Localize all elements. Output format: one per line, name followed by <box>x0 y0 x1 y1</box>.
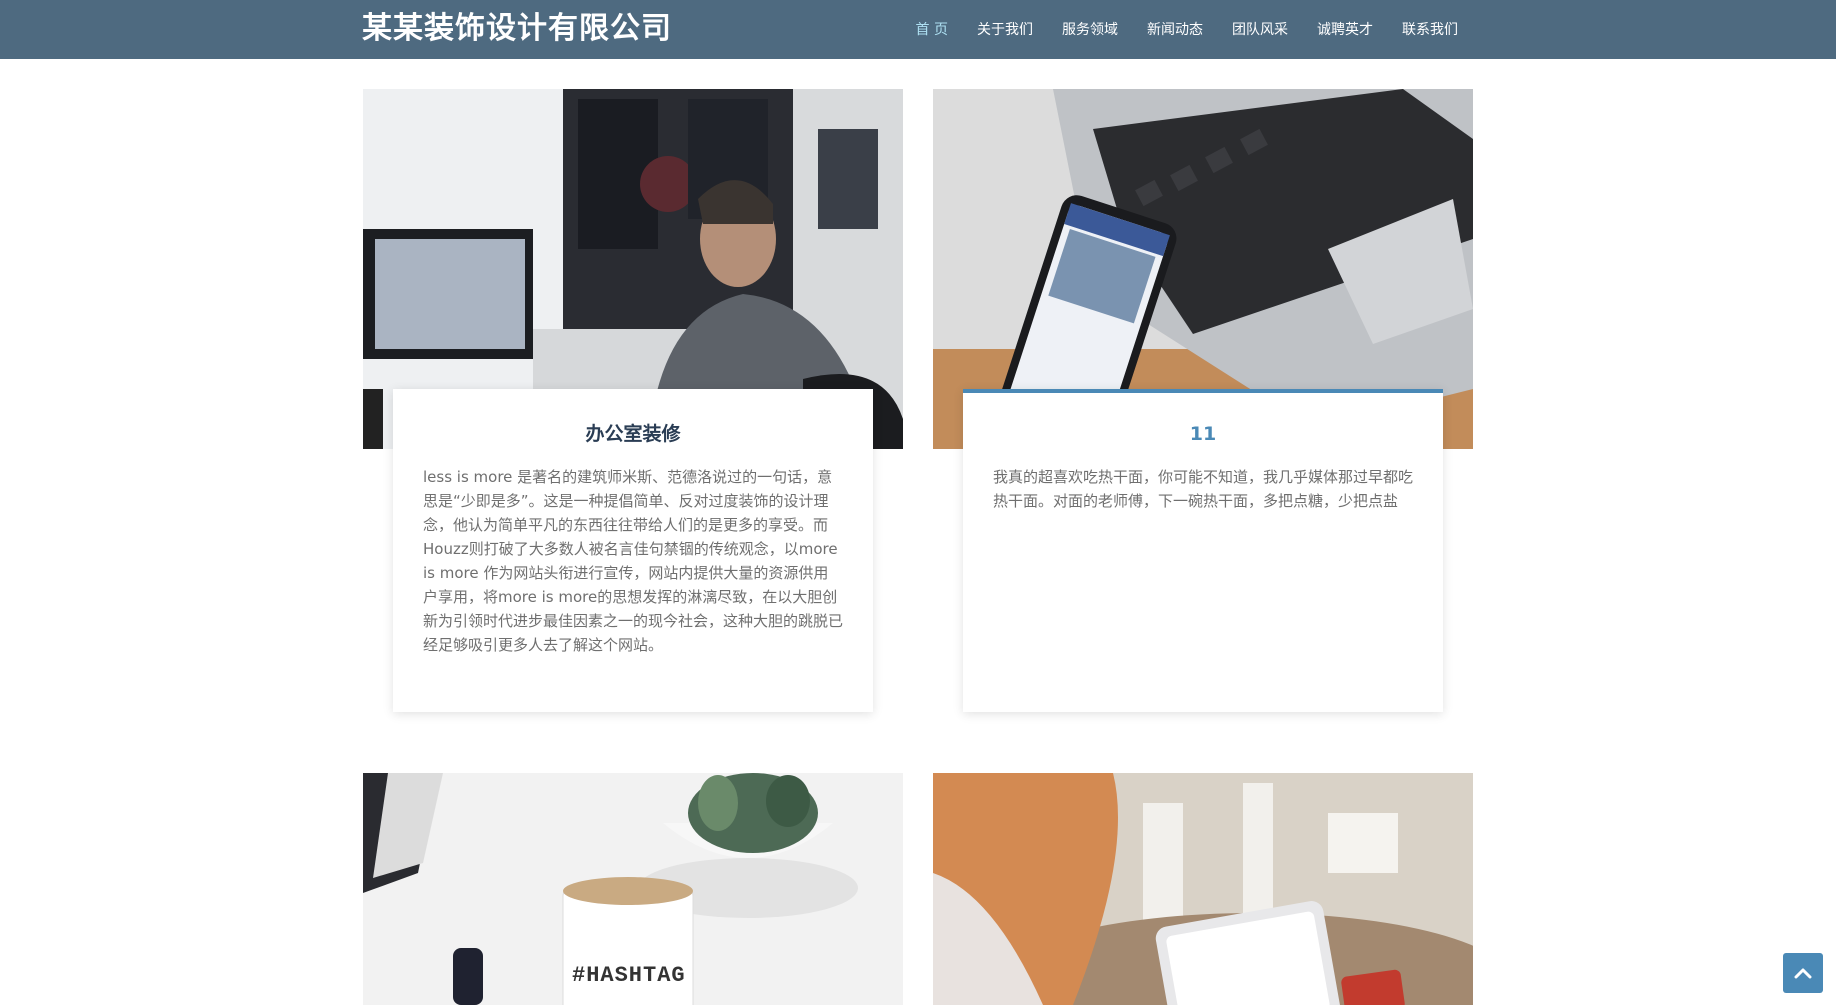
mug-label: #HASHTAG <box>572 963 686 988</box>
nav-item-team[interactable]: 团队风采 <box>1232 19 1288 41</box>
chevron-up-icon <box>1794 968 1812 979</box>
brand-title[interactable]: 某某装饰设计有限公司 <box>362 10 672 48</box>
card-title[interactable]: 办公室装修 <box>393 421 873 447</box>
card-title[interactable]: 11 <box>963 421 1443 447</box>
nav-item-services[interactable]: 服务领域 <box>1062 19 1118 41</box>
service-card-11[interactable]: 11 我真的超喜欢吃热干面，你可能不知道，我几乎媒体那过早都吃热干面。对面的老师… <box>963 389 1443 712</box>
nav-item-news[interactable]: 新闻动态 <box>1147 19 1203 41</box>
main-nav: 首 页 关于我们 服务领域 新闻动态 团队风采 诚聘英才 联系我们 <box>887 19 1458 41</box>
nav-item-home[interactable]: 首 页 <box>916 19 948 41</box>
tablet-photo[interactable] <box>933 773 1473 1005</box>
top-navbar: 某某装饰设计有限公司 首 页 关于我们 服务领域 新闻动态 团队风采 诚聘英才 … <box>0 0 1836 59</box>
service-card-office[interactable]: 办公室装修 less is more 是著名的建筑师米斯、范德洛说过的一句话，意… <box>393 389 873 712</box>
nav-item-careers[interactable]: 诚聘英才 <box>1317 19 1373 41</box>
woman-tablet-photo-icon <box>933 773 1473 1005</box>
nav-item-contact[interactable]: 联系我们 <box>1402 19 1458 41</box>
coffee-photo[interactable]: #HASHTAG <box>363 773 903 1005</box>
card-description: 我真的超喜欢吃热干面，你可能不知道，我几乎媒体那过早都吃热干面。对面的老师傅，下… <box>993 468 1414 510</box>
nav-item-about[interactable]: 关于我们 <box>977 19 1033 41</box>
back-to-top-button[interactable] <box>1783 953 1823 993</box>
card-description: less is more 是著名的建筑师米斯、范德洛说过的一句话，意思是“少即是… <box>423 468 844 654</box>
